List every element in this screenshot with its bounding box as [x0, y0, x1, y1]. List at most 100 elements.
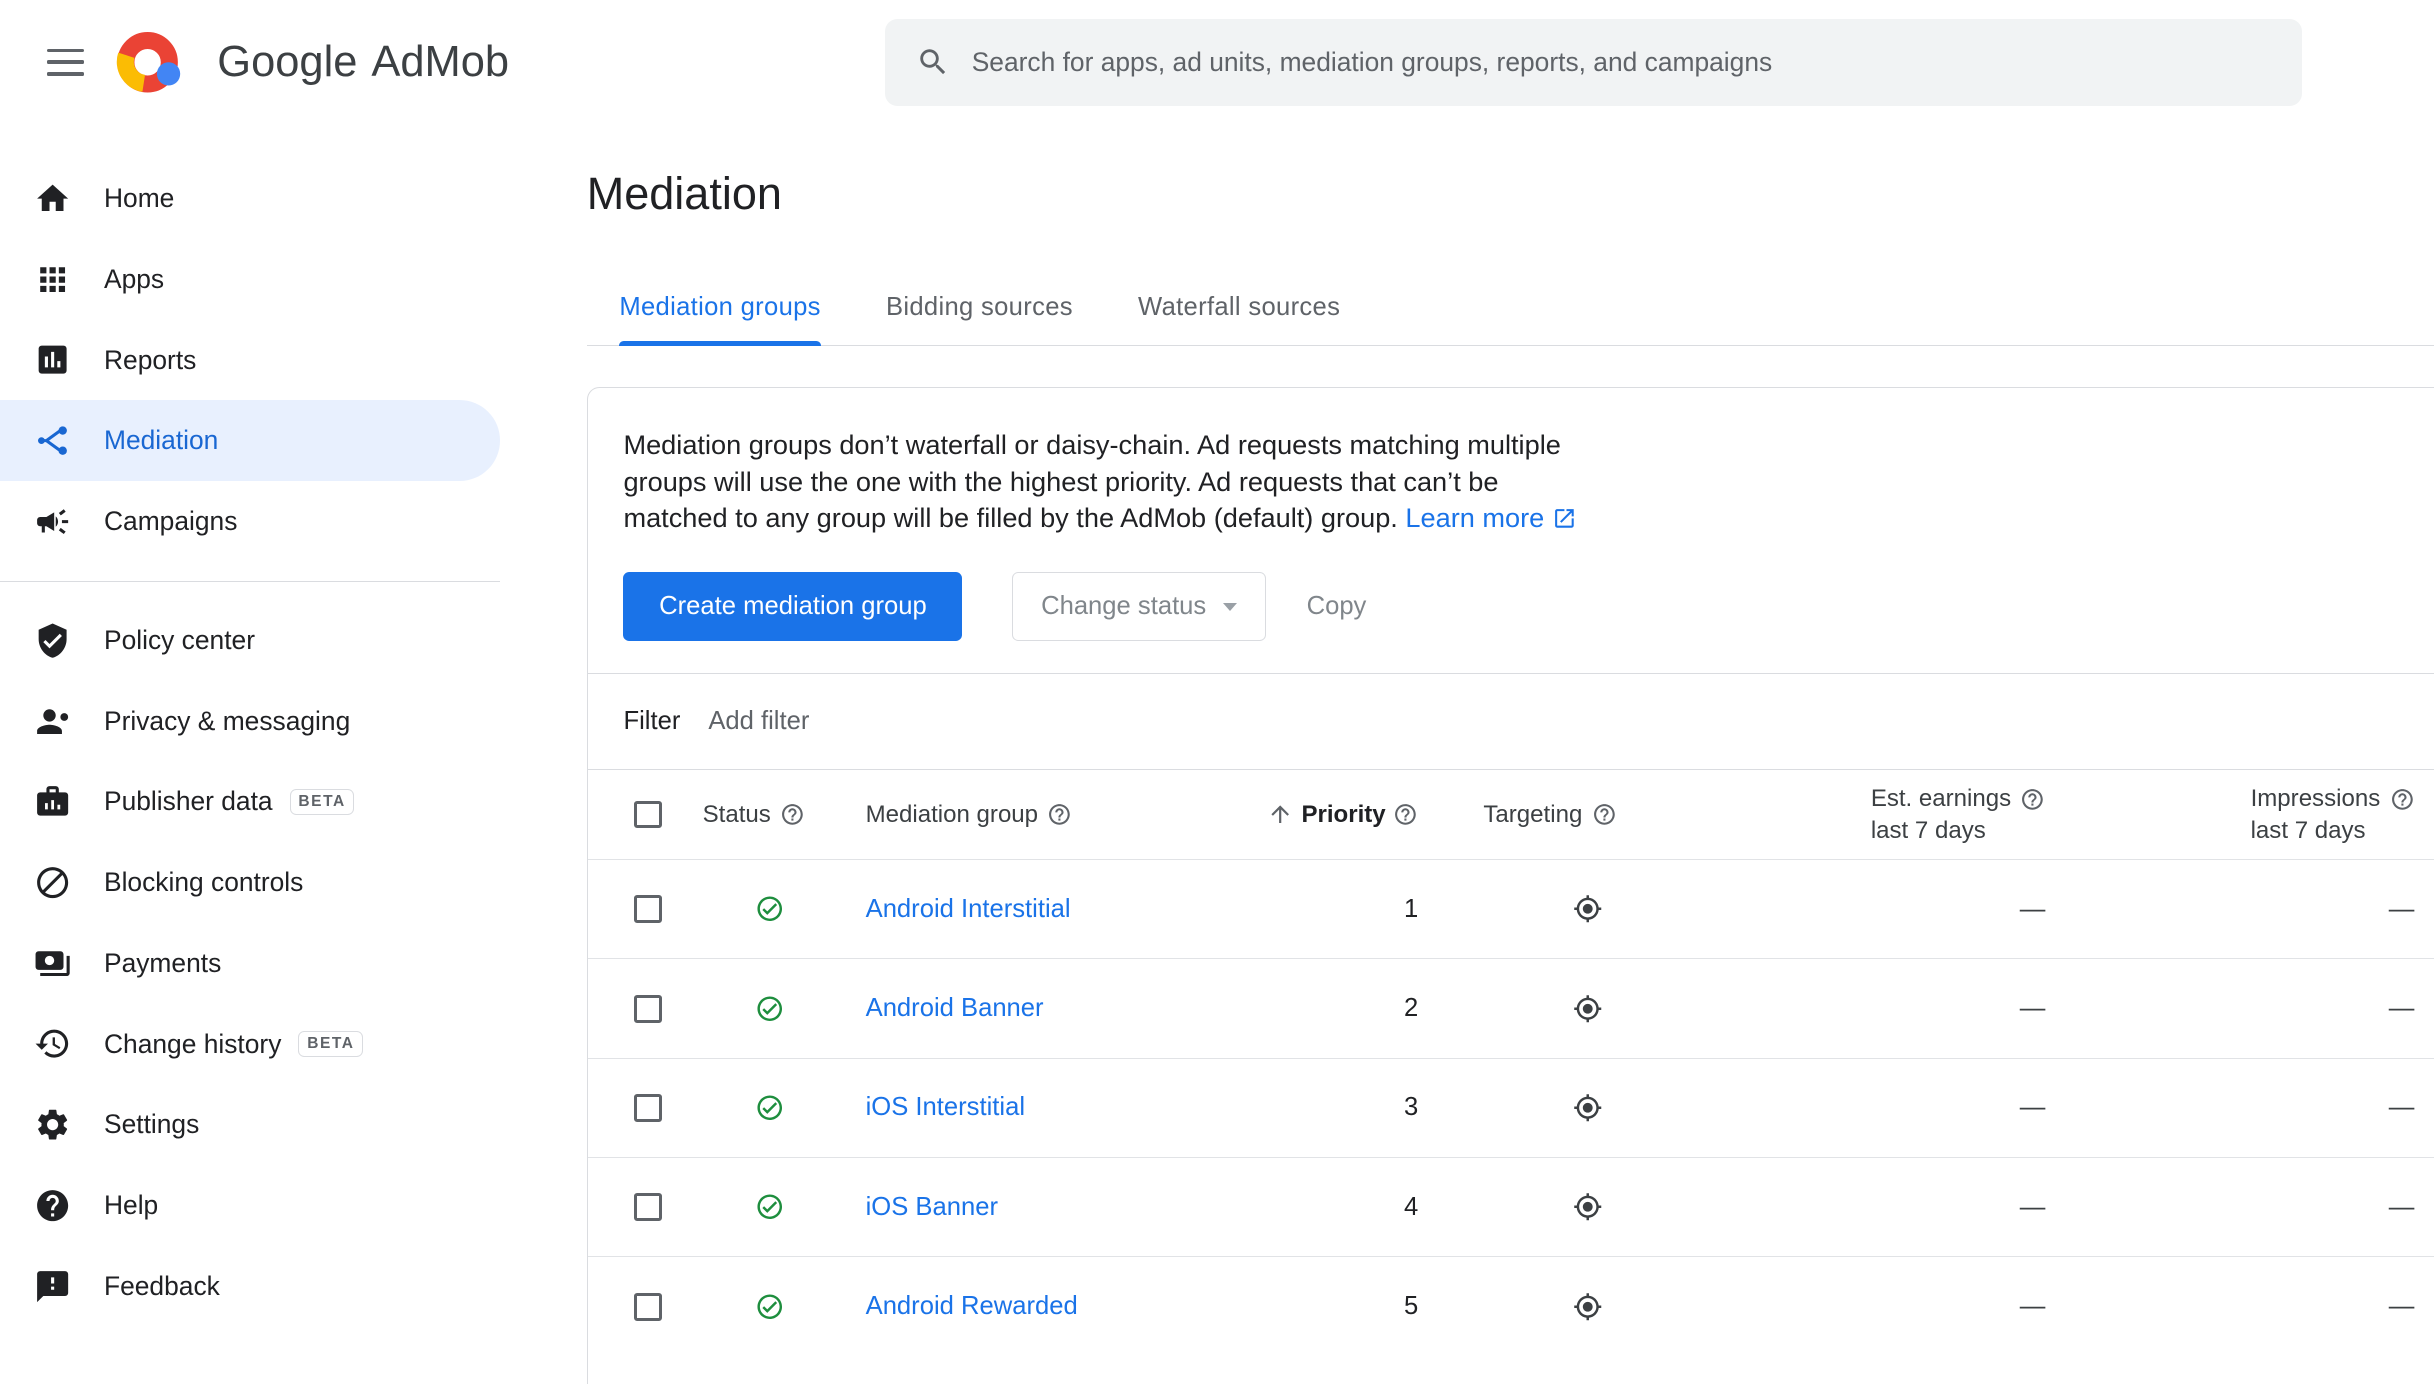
row-checkbox[interactable]	[634, 1093, 663, 1122]
main-content: Mediation Mediation groups Bidding sourc…	[586, 124, 2434, 1384]
sidebar-item-settings[interactable]: Settings	[0, 1084, 500, 1165]
tab-bar: Mediation groups Bidding sources Waterfa…	[586, 270, 2434, 347]
impressions-value: —	[2388, 894, 2415, 923]
table-row: Android Rewarded 5 — —	[587, 1256, 2434, 1355]
help-icon[interactable]	[1047, 802, 1072, 827]
sidebar-item-help[interactable]: Help	[0, 1165, 500, 1246]
tab-bidding-sources[interactable]: Bidding sources	[853, 270, 1105, 345]
logo-product: AdMob	[371, 37, 510, 86]
priority-value: 2	[1403, 994, 1419, 1023]
status-active-icon	[755, 1292, 784, 1321]
topbar: Google AdMob	[0, 0, 2434, 125]
filter-label: Filter	[623, 707, 681, 736]
earnings-value: —	[2019, 894, 2046, 923]
logo-google: Google	[217, 37, 358, 86]
search-input[interactable]	[971, 46, 2271, 78]
column-header-est-earnings: Est. earnings last 7 days	[1871, 783, 2046, 845]
priority-value: 3	[1403, 1093, 1419, 1122]
priority-value: 1	[1403, 894, 1419, 923]
priority-value: 4	[1403, 1192, 1419, 1221]
mediation-description: Mediation groups don’t waterfall or dais…	[588, 388, 1594, 536]
sidebar-item-feedback[interactable]: Feedback	[0, 1246, 500, 1327]
shield-check-icon	[34, 622, 71, 659]
sidebar-item-payments[interactable]: Payments	[0, 923, 500, 1004]
sidebar-item-blocking-controls[interactable]: Blocking controls	[0, 842, 500, 923]
column-header-targeting: Targeting	[1483, 800, 1583, 828]
feedback-bubble-icon	[34, 1268, 71, 1305]
sort-ascending-icon	[1267, 801, 1293, 827]
sidebar: Home Apps Reports Mediation Campaigns Po…	[0, 124, 587, 1327]
earnings-value: —	[2019, 1093, 2046, 1122]
row-checkbox[interactable]	[634, 1292, 663, 1321]
create-mediation-group-button[interactable]: Create mediation group	[623, 572, 963, 641]
beta-badge: BETA	[298, 1031, 364, 1058]
row-checkbox[interactable]	[634, 895, 663, 924]
targeting-icon	[1573, 1292, 1602, 1321]
sidebar-item-campaigns[interactable]: Campaigns	[0, 481, 500, 562]
mediation-group-link[interactable]: Android Rewarded	[866, 1292, 1078, 1321]
add-filter-button[interactable]: Add filter	[708, 707, 809, 736]
status-active-icon	[755, 994, 784, 1023]
select-all-checkbox[interactable]	[634, 800, 663, 829]
impressions-value: —	[2388, 1292, 2415, 1321]
mediation-group-link[interactable]: Android Interstitial	[866, 895, 1071, 924]
help-icon[interactable]	[1393, 802, 1418, 827]
help-circle-icon	[34, 1187, 71, 1224]
admob-logo[interactable]: Google AdMob	[115, 25, 509, 100]
help-icon[interactable]	[2020, 787, 2045, 812]
row-checkbox[interactable]	[634, 1193, 663, 1222]
status-active-icon	[755, 1192, 784, 1221]
copy-button[interactable]: Copy	[1288, 572, 1385, 640]
row-checkbox[interactable]	[634, 994, 663, 1023]
beta-badge: BETA	[289, 788, 355, 816]
status-active-icon	[755, 1093, 784, 1122]
targeting-icon	[1573, 1093, 1602, 1122]
column-header-impressions: Impressions last 7 days	[2251, 783, 2415, 845]
briefcase-chart-icon	[34, 783, 71, 820]
actions-toolbar: Create mediation group Change status Cop…	[623, 572, 2434, 641]
help-icon[interactable]	[1592, 802, 1617, 827]
sidebar-item-mediation[interactable]: Mediation	[0, 400, 500, 482]
earnings-value: —	[2019, 1192, 2046, 1221]
sidebar-item-apps[interactable]: Apps	[0, 239, 500, 320]
mediation-icon	[34, 422, 71, 459]
help-icon[interactable]	[780, 802, 805, 827]
table-header: Status Mediation group Priority Targetin…	[587, 768, 2434, 859]
targeting-icon	[1573, 1192, 1602, 1221]
page-title: Mediation	[586, 168, 782, 220]
sidebar-item-change-history[interactable]: Change history BETA	[0, 1004, 500, 1085]
sidebar-item-privacy-messaging[interactable]: Privacy & messaging	[0, 681, 500, 762]
filter-bar: Filter Add filter	[588, 674, 2434, 769]
targeting-icon	[1573, 994, 1602, 1023]
help-icon[interactable]	[2390, 787, 2415, 812]
search-bar	[884, 18, 2303, 106]
sidebar-item-home[interactable]: Home	[0, 158, 500, 239]
sidebar-item-publisher-data[interactable]: Publisher data BETA	[0, 762, 500, 843]
sidebar-item-reports[interactable]: Reports	[0, 320, 500, 401]
earnings-value: —	[2019, 994, 2046, 1023]
home-icon	[34, 180, 71, 217]
change-status-button[interactable]: Change status	[1012, 572, 1267, 641]
earnings-value: —	[2019, 1292, 2046, 1321]
logo-text: Google AdMob	[217, 38, 509, 87]
admob-logo-icon	[116, 31, 181, 93]
admob-app: Google AdMob Home Apps Reports Mediation	[0, 0, 2434, 1384]
history-clock-icon	[34, 1025, 71, 1062]
mediation-groups-panel: Mediation groups don’t waterfall or dais…	[586, 387, 2434, 1384]
mediation-group-link[interactable]: iOS Banner	[866, 1193, 998, 1222]
learn-more-link[interactable]: Learn more	[1405, 502, 1576, 533]
apps-grid-icon	[34, 261, 71, 298]
tab-waterfall-sources[interactable]: Waterfall sources	[1105, 270, 1372, 345]
mediation-group-link[interactable]: iOS Interstitial	[866, 1093, 1025, 1122]
priority-value: 5	[1403, 1292, 1419, 1321]
mediation-group-link[interactable]: Android Banner	[866, 994, 1044, 1023]
column-header-status: Status	[702, 800, 771, 828]
column-header-priority[interactable]: Priority	[1271, 801, 1484, 829]
external-link-icon	[1552, 506, 1577, 531]
sidebar-divider	[0, 580, 500, 582]
sidebar-item-policy-center[interactable]: Policy center	[0, 600, 500, 681]
person-icon	[34, 703, 71, 740]
tab-mediation-groups[interactable]: Mediation groups	[587, 270, 854, 347]
bar-chart-icon	[34, 341, 71, 378]
hamburger-menu-button[interactable]	[31, 28, 99, 96]
